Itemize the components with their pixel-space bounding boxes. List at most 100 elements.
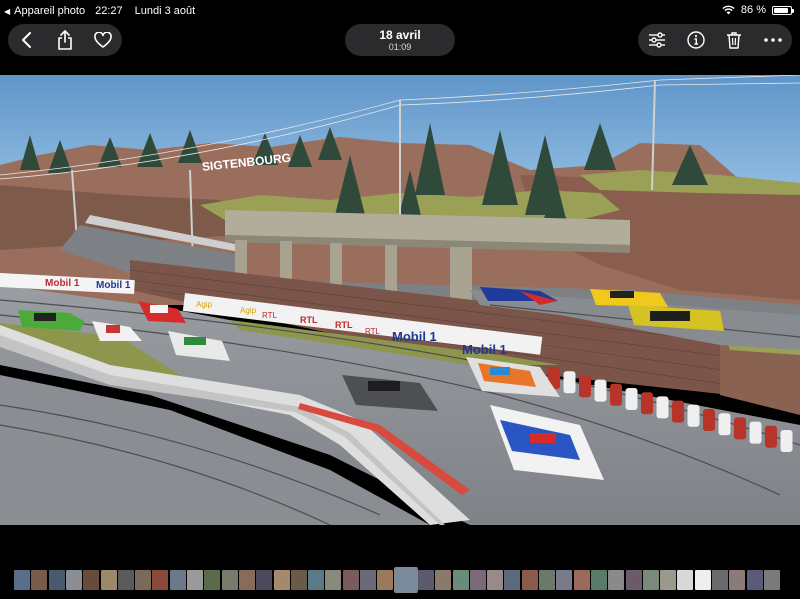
tire-stack <box>734 417 746 440</box>
thumbnail-active[interactable] <box>393 567 418 593</box>
clock: 22:27 <box>95 5 123 17</box>
thumbnail[interactable] <box>694 570 711 590</box>
tire-stack <box>672 400 684 423</box>
trash-icon <box>727 32 742 49</box>
tire-stack <box>780 430 793 452</box>
photo-time: 01:09 <box>388 41 412 52</box>
tire-stack <box>765 425 777 448</box>
thumbnail[interactable] <box>308 570 325 590</box>
thumbnail[interactable] <box>435 570 452 590</box>
back-app-label[interactable]: Appareil photo <box>14 5 85 17</box>
nav-controls <box>8 24 122 56</box>
battery-icon <box>772 5 794 15</box>
thumbnail[interactable] <box>377 570 394 590</box>
thumbnail[interactable] <box>504 570 521 590</box>
thumbnail[interactable] <box>48 570 65 590</box>
thumbnail[interactable] <box>31 570 48 590</box>
thumbnail[interactable] <box>152 570 169 590</box>
share-icon <box>58 30 72 50</box>
heart-icon <box>94 32 112 48</box>
status-right: 86 % <box>722 4 794 16</box>
thumbnail[interactable] <box>117 570 134 590</box>
thumbnail[interactable] <box>625 570 642 590</box>
thumbnail[interactable] <box>342 570 359 590</box>
thumbnail[interactable] <box>100 570 117 590</box>
thumbnail[interactable] <box>135 570 152 590</box>
tire-stack <box>610 383 622 406</box>
svg-text:Mobil 1: Mobil 1 <box>45 278 80 289</box>
thumbnail[interactable] <box>452 570 469 590</box>
status-left[interactable]: ◀ Appareil photo 22:27 Lundi 3 août <box>4 5 195 17</box>
status-bar: ◀ Appareil photo 22:27 Lundi 3 août 86 % <box>0 0 800 22</box>
info-icon <box>687 31 705 49</box>
thumbnail[interactable] <box>169 570 186 590</box>
thumbnail[interactable] <box>539 570 555 590</box>
thumbnail[interactable] <box>360 570 376 590</box>
battery-fill <box>774 7 788 13</box>
thumbnail[interactable] <box>83 570 100 590</box>
thumbnail[interactable] <box>187 570 203 590</box>
svg-text:RTL: RTL <box>262 311 278 320</box>
thumbnail[interactable] <box>487 570 504 590</box>
back-chevron-icon <box>22 32 31 48</box>
tire-stack <box>703 409 715 431</box>
tool-controls <box>638 24 792 56</box>
delete-button[interactable] <box>722 28 746 52</box>
tire-stack <box>749 421 762 444</box>
tire-stack <box>563 371 576 394</box>
thumbnail[interactable] <box>290 570 307 590</box>
svg-text:Mobil 1: Mobil 1 <box>392 329 437 344</box>
thumbnail[interactable] <box>746 570 763 590</box>
more-button[interactable] <box>761 28 785 52</box>
thumbnail[interactable] <box>204 570 221 590</box>
svg-text:Mobil 1: Mobil 1 <box>462 342 507 357</box>
thumbnail[interactable] <box>729 570 746 590</box>
adjust-button[interactable] <box>645 28 669 52</box>
thumbnail-strip[interactable] <box>0 567 800 593</box>
thumbnail[interactable] <box>221 570 238 590</box>
back-triangle-icon[interactable]: ◀ <box>4 7 10 16</box>
wifi-icon <box>722 5 735 15</box>
thumbnail[interactable] <box>608 570 625 590</box>
thumbnail[interactable] <box>65 570 82 590</box>
svg-text:RTL: RTL <box>335 320 353 330</box>
tire-stack <box>656 396 669 419</box>
tire-stack <box>625 388 638 410</box>
thumbnail[interactable] <box>273 570 290 590</box>
thumbnail[interactable] <box>521 570 538 590</box>
tire-stack <box>718 413 731 436</box>
tire-stack <box>641 392 653 415</box>
thumbnail[interactable] <box>417 570 434 590</box>
favorite-button[interactable] <box>91 28 115 52</box>
status-date: Lundi 3 août <box>134 5 196 17</box>
svg-text:Agip: Agip <box>196 300 213 309</box>
svg-text:Agip: Agip <box>240 306 257 315</box>
thumbnail[interactable] <box>642 570 659 590</box>
thumbnail[interactable] <box>590 570 607 590</box>
thumbnail[interactable] <box>469 570 486 590</box>
info-button[interactable] <box>684 28 708 52</box>
thumbnail[interactable] <box>238 570 255 590</box>
more-icon <box>763 38 782 42</box>
slot-car-layout-photo: SIGTENBOURG Mobil 1 Mobil 1 Agip Agip RT… <box>0 75 800 525</box>
thumbnail[interactable] <box>712 570 728 590</box>
back-button[interactable] <box>15 28 39 52</box>
thumbnail[interactable] <box>573 570 590 590</box>
thumbnail[interactable] <box>763 570 780 590</box>
photo-date-pill[interactable]: 18 avril 01:09 <box>345 24 455 56</box>
thumbnail[interactable] <box>677 570 694 590</box>
thumbnail[interactable] <box>325 570 342 590</box>
tire-stack <box>594 379 607 402</box>
thumbnail[interactable] <box>556 570 573 590</box>
battery-percent: 86 % <box>740 4 766 16</box>
photo-view[interactable]: SIGTENBOURG Mobil 1 Mobil 1 Agip Agip RT… <box>0 75 800 525</box>
svg-text:RTL: RTL <box>365 327 381 336</box>
tire-stack <box>687 404 700 427</box>
thumbnail[interactable] <box>14 570 30 590</box>
thumbnail[interactable] <box>256 570 273 590</box>
photo-date: 18 avril <box>379 27 421 42</box>
thumbnail[interactable] <box>660 570 677 590</box>
tire-stack <box>579 375 591 398</box>
share-button[interactable] <box>53 28 77 52</box>
adjust-icon <box>649 32 666 48</box>
